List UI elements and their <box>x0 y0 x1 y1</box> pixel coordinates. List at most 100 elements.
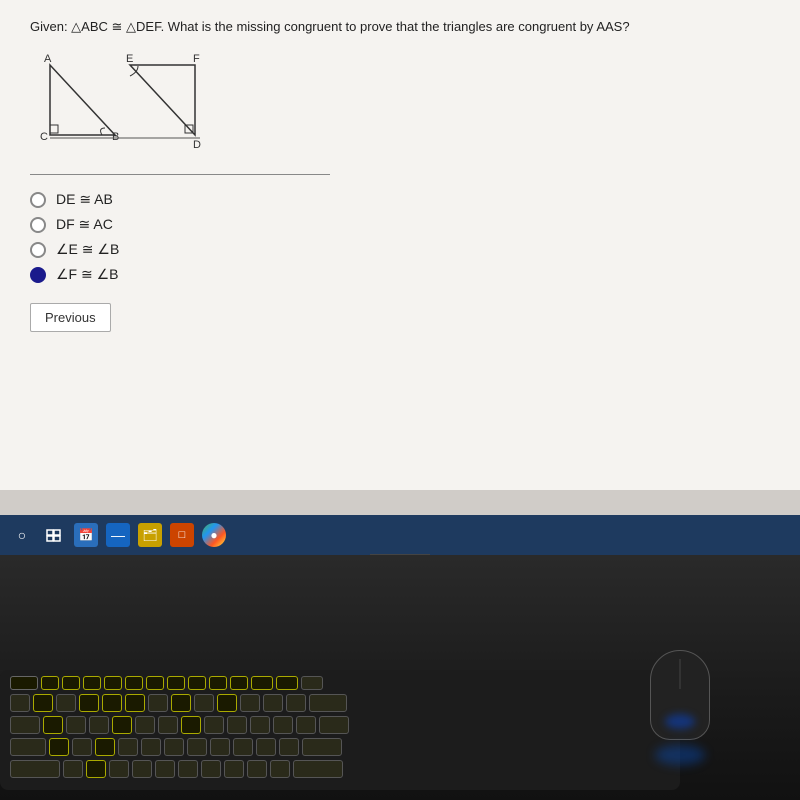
key-period[interactable] <box>247 760 267 778</box>
taskbar-search-icon[interactable] <box>42 523 66 547</box>
monitor-screen: Given: △ABC ≅ △DEF. What is the missing … <box>0 0 800 555</box>
svg-text:D: D <box>193 139 201 151</box>
key-p[interactable] <box>250 716 270 734</box>
key-backspace[interactable] <box>309 694 347 712</box>
answer-choices: DE ≅ AB DF ≅ AC ∠E ≅ ∠B ∠F ≅ ∠B <box>30 191 770 283</box>
key-quote[interactable] <box>279 738 299 756</box>
key-f11[interactable] <box>251 676 273 690</box>
key-f2[interactable] <box>62 676 80 690</box>
key-comma[interactable] <box>224 760 244 778</box>
key-2[interactable] <box>56 694 76 712</box>
key-lshift[interactable] <box>10 760 60 778</box>
key-z[interactable] <box>63 760 83 778</box>
key-w[interactable] <box>66 716 86 734</box>
key-0[interactable] <box>240 694 260 712</box>
key-6[interactable] <box>148 694 168 712</box>
key-slash[interactable] <box>270 760 290 778</box>
key-f[interactable] <box>118 738 138 756</box>
radio-d[interactable] <box>30 267 46 283</box>
svg-text:C: C <box>40 131 48 143</box>
key-esc[interactable] <box>10 676 38 690</box>
radio-c[interactable] <box>30 242 46 258</box>
key-q[interactable] <box>43 716 63 734</box>
keyboard-row-fn <box>10 676 670 690</box>
answer-option-a[interactable]: DE ≅ AB <box>30 191 770 208</box>
key-o[interactable] <box>227 716 247 734</box>
key-f6[interactable] <box>146 676 164 690</box>
key-v[interactable] <box>132 760 152 778</box>
taskbar-folder-icon[interactable]: 🗂 <box>138 523 162 547</box>
key-9[interactable] <box>217 694 237 712</box>
key-7[interactable] <box>171 694 191 712</box>
key-lbracket[interactable] <box>273 716 293 734</box>
radio-a[interactable] <box>30 192 46 208</box>
key-u[interactable] <box>181 716 201 734</box>
key-f4[interactable] <box>104 676 122 690</box>
key-minus[interactable] <box>263 694 283 712</box>
taskbar-window-icon[interactable]: □ <box>170 523 194 547</box>
key-i[interactable] <box>204 716 224 734</box>
key-backtick[interactable] <box>10 694 30 712</box>
key-f12[interactable] <box>276 676 298 690</box>
key-5[interactable] <box>125 694 145 712</box>
key-a[interactable] <box>49 738 69 756</box>
key-x[interactable] <box>86 760 106 778</box>
key-enter[interactable] <box>302 738 342 756</box>
key-tab[interactable] <box>10 716 40 734</box>
key-rshift[interactable] <box>293 760 343 778</box>
key-g[interactable] <box>141 738 161 756</box>
key-prtsc[interactable] <box>301 676 323 690</box>
question-text: Given: △ABC ≅ △DEF. What is the missing … <box>30 18 770 36</box>
key-4[interactable] <box>102 694 122 712</box>
key-backslash[interactable] <box>319 716 349 734</box>
taskbar-calendar-icon[interactable]: 📅 <box>74 523 98 547</box>
radio-b[interactable] <box>30 217 46 233</box>
taskbar: ○ 📅 — 🗂 □ ● <box>0 515 800 555</box>
taskbar-browser-icon[interactable]: — <box>106 523 130 547</box>
key-h[interactable] <box>164 738 184 756</box>
answer-option-b[interactable]: DF ≅ AC <box>30 216 770 233</box>
keyboard <box>0 670 680 790</box>
keyboard-row-zxcv <box>10 760 670 778</box>
key-e[interactable] <box>89 716 109 734</box>
answer-option-c[interactable]: ∠E ≅ ∠B <box>30 241 770 258</box>
key-j[interactable] <box>187 738 207 756</box>
taskbar-chrome-icon[interactable]: ● <box>202 523 226 547</box>
key-f9[interactable] <box>209 676 227 690</box>
key-8[interactable] <box>194 694 214 712</box>
answer-option-d[interactable]: ∠F ≅ ∠B <box>30 266 770 283</box>
key-caps[interactable] <box>10 738 46 756</box>
key-semicolon[interactable] <box>256 738 276 756</box>
keyboard-row-num <box>10 694 670 712</box>
previous-button[interactable]: Previous <box>30 303 111 332</box>
divider-line <box>30 174 330 175</box>
taskbar-start-icon[interactable]: ○ <box>10 523 34 547</box>
key-f8[interactable] <box>188 676 206 690</box>
key-m[interactable] <box>201 760 221 778</box>
key-r[interactable] <box>112 716 132 734</box>
key-l[interactable] <box>233 738 253 756</box>
answer-text-c: ∠E ≅ ∠B <box>56 241 119 258</box>
key-equals[interactable] <box>286 694 306 712</box>
key-f10[interactable] <box>230 676 248 690</box>
answer-text-d: ∠F ≅ ∠B <box>56 266 119 283</box>
key-1[interactable] <box>33 694 53 712</box>
key-rbracket[interactable] <box>296 716 316 734</box>
key-f3[interactable] <box>83 676 101 690</box>
key-f1[interactable] <box>41 676 59 690</box>
key-b[interactable] <box>155 760 175 778</box>
answer-text-a: DE ≅ AB <box>56 191 113 208</box>
key-f5[interactable] <box>125 676 143 690</box>
key-f7[interactable] <box>167 676 185 690</box>
key-k[interactable] <box>210 738 230 756</box>
key-n[interactable] <box>178 760 198 778</box>
key-y[interactable] <box>158 716 178 734</box>
key-t[interactable] <box>135 716 155 734</box>
desk-area <box>0 555 800 800</box>
key-s[interactable] <box>72 738 92 756</box>
key-c[interactable] <box>109 760 129 778</box>
svg-text:A: A <box>44 53 52 65</box>
key-3[interactable] <box>79 694 99 712</box>
triangle-diagram: A C B E F D <box>30 50 210 160</box>
key-d[interactable] <box>95 738 115 756</box>
